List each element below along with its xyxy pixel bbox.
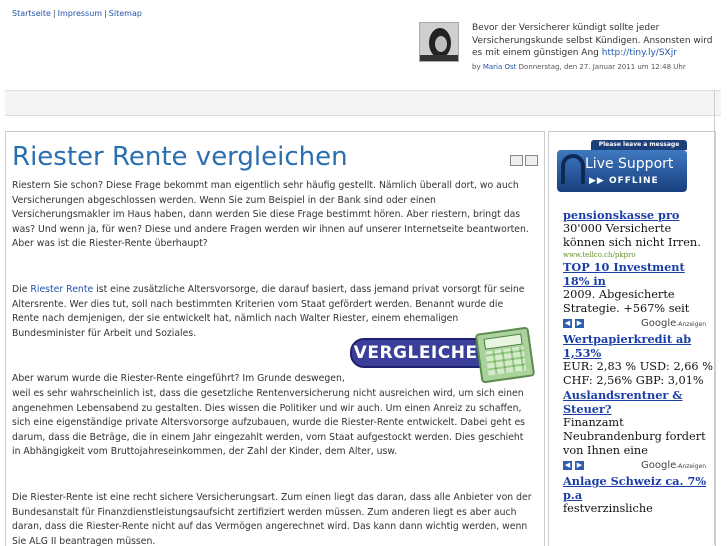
live-support-label: Live Support [585, 156, 674, 172]
paragraph-text: weil es sehr wahrscheinlich ist, dass di… [12, 387, 526, 458]
top-nav: Startseite | Impressum | Sitemap [12, 9, 142, 18]
ad-block: Wertpapierkredit ab 1,53% EUR: 2,83 % US… [563, 332, 713, 458]
nav-separator: | [104, 9, 107, 18]
paragraph-why: Aber warum wurde die Riester-Rente einge… [12, 372, 532, 460]
ad-text: Finanzamt Neubrandenburg fordert von Ihn… [563, 416, 706, 457]
vergleichen-button[interactable]: VERGLEICHEN [350, 338, 496, 368]
ad-title[interactable]: Anlage Schweiz ca. 7% p.a [563, 474, 713, 502]
ad-title[interactable]: Auslandsrentner & Steuer? [563, 388, 713, 416]
google-label: Google [641, 460, 677, 471]
tweet-author-link[interactable]: Maria Ost [483, 63, 517, 71]
paragraph-safety: Die Riester-Rente ist eine recht sichere… [12, 491, 532, 546]
tweet-link[interactable]: http://tiny.ly/SXjr [602, 48, 677, 58]
ad-text: 30'000 Versicherte können sich nicht Irr… [563, 222, 701, 249]
nav-link-impressum[interactable]: Impressum [58, 9, 102, 18]
calculator-icon [474, 326, 536, 384]
live-support-widget[interactable]: Please leave a message Live Support ▶▶ O… [557, 140, 687, 192]
paragraph-text: Die [12, 283, 31, 295]
live-support-box[interactable]: Live Support ▶▶ OFFLINE [557, 150, 687, 192]
ad-nav: ◀ ▶ Google-Anzeigen [563, 318, 713, 330]
headset-icon [561, 154, 585, 184]
main-content: Riester Rente vergleichen Riestern Sie s… [5, 131, 545, 546]
ad-text: 2009. Abgesicherte Strategie. +567% seit… [563, 288, 690, 315]
status-text: OFFLINE [608, 176, 659, 186]
ad-block: Anlage Schweiz ca. 7% p.a festverzinslic… [563, 474, 713, 516]
article-tools [508, 151, 538, 170]
google-label: Google [641, 318, 677, 329]
avatar-photo-icon [420, 23, 458, 61]
ad-title[interactable]: TOP 10 Investment 18% in [563, 260, 713, 288]
ad-text: festverzinsliche [563, 502, 653, 515]
email-icon[interactable] [525, 155, 538, 166]
ad-url[interactable]: www.tellco.ch/pkpro [563, 250, 713, 260]
riester-rente-link[interactable]: Riester Rente [30, 284, 93, 295]
tweet-text: Bevor der Versicherer kündigt sollte jed… [472, 22, 722, 60]
arrow-left-icon[interactable]: ◀ [563, 461, 572, 470]
ad-nav: ◀ ▶ Google-Anzeigen [563, 460, 713, 472]
arrow-right-icon[interactable]: ▶ [575, 461, 584, 470]
menu-bar [5, 90, 721, 116]
sidebar: Please leave a message Live Support ▶▶ O… [548, 131, 716, 546]
arrow-left-icon[interactable]: ◀ [563, 319, 572, 328]
anzeigen-label: -Anzeigen [676, 463, 707, 470]
anzeigen-label: -Anzeigen [676, 321, 707, 328]
nav-link-sitemap[interactable]: Sitemap [109, 9, 142, 18]
paragraph-intro: Riestern Sie schon? Diese Frage bekommt … [12, 180, 529, 250]
latest-tweet: Bevor der Versicherer kündigt sollte jed… [419, 22, 719, 73]
arrow-right-icon[interactable]: ▶ [575, 319, 584, 328]
google-ads-label[interactable]: Google-Anzeigen [641, 318, 706, 329]
live-support-tag: Please leave a message [591, 140, 687, 150]
tweet-date: Donnerstag, den 27. Januar 2011 um 12:48… [518, 62, 686, 71]
ad-title[interactable]: pensionskasse pro [563, 208, 713, 222]
nav-link-startseite[interactable]: Startseite [12, 9, 51, 18]
ad-text: EUR: 2,83 % USD: 2,66 % CHF: 2,56% GBP: … [563, 360, 713, 387]
tweet-meta: by Maria Ost Donnerstag, den 27. Januar … [472, 61, 719, 74]
page-title: Riester Rente vergleichen [12, 142, 348, 172]
avatar [419, 22, 459, 62]
ad-title[interactable]: Wertpapierkredit ab 1,53% [563, 332, 713, 360]
nav-separator: | [52, 9, 56, 18]
vergleichen-banner[interactable]: VERGLEICHEN [350, 326, 536, 384]
live-support-status: ▶▶ OFFLINE [589, 176, 659, 186]
ad-block: pensionskasse pro 30'000 Versicherte kön… [563, 208, 713, 316]
google-ads-label[interactable]: Google-Anzeigen [641, 460, 706, 471]
google-ads: pensionskasse pro 30'000 Versicherte kön… [563, 208, 713, 516]
tweet-by-label: by [472, 62, 481, 71]
print-icon[interactable] [510, 155, 523, 166]
paragraph-text: Aber warum wurde die Riester-Rente einge… [12, 373, 345, 385]
